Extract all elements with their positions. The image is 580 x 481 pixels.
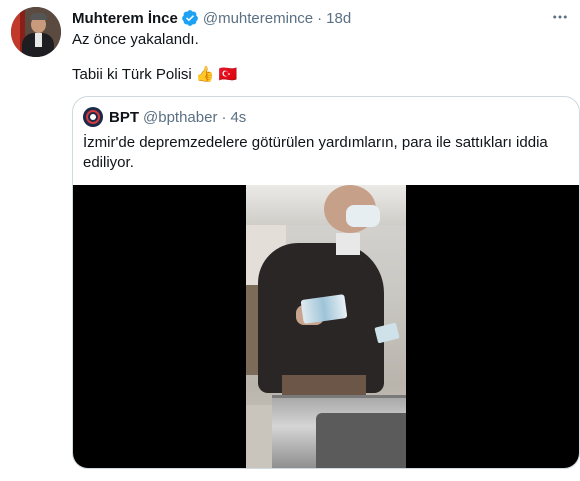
video-frame-image	[246, 185, 406, 468]
quoted-tweet-video[interactable]	[73, 185, 579, 468]
quoted-tweet-timestamp[interactable]: 4s	[230, 109, 246, 126]
quoted-author-avatar[interactable]	[83, 107, 103, 127]
tweet-header: Muhterem İnce @muhteremince · 18d	[72, 8, 351, 28]
author-display-name[interactable]: Muhterem İnce	[72, 10, 178, 27]
turkey-flag-emoji-icon: 🇹🇷	[218, 66, 238, 83]
tweet-text-line-2: Tabii ki Türk Polisi 👍 🇹🇷	[72, 65, 237, 85]
author-handle[interactable]: @muhteremince	[203, 10, 313, 27]
tweet-text-line-1: Az önce yakalandı.	[72, 31, 199, 48]
quoted-author-handle[interactable]: @bpthaber	[143, 109, 217, 126]
quoted-author-display-name[interactable]: BPT	[109, 109, 139, 126]
thumbs-up-emoji-icon: 👍	[195, 66, 215, 83]
tweet[interactable]: Muhterem İnce @muhteremince · 18d Az önc…	[0, 0, 580, 481]
quoted-tweet-text: İzmir'de depremzedelere götürülen yardım…	[83, 134, 548, 171]
tweet-timestamp[interactable]: 18d	[326, 10, 351, 27]
verified-badge-icon	[181, 9, 199, 27]
quoted-tweet[interactable]: BPT @bpthaber · 4s İzmir'de depremzedele…	[72, 96, 580, 469]
quoted-separator-dot: ·	[221, 108, 227, 126]
quoted-tweet-header: BPT @bpthaber · 4s	[83, 107, 246, 127]
separator-dot: ·	[317, 9, 323, 27]
more-options-icon[interactable]	[549, 6, 571, 28]
tweet-text-line-2-label: Tabii ki Türk Polisi	[72, 66, 192, 83]
author-avatar[interactable]	[11, 7, 61, 57]
